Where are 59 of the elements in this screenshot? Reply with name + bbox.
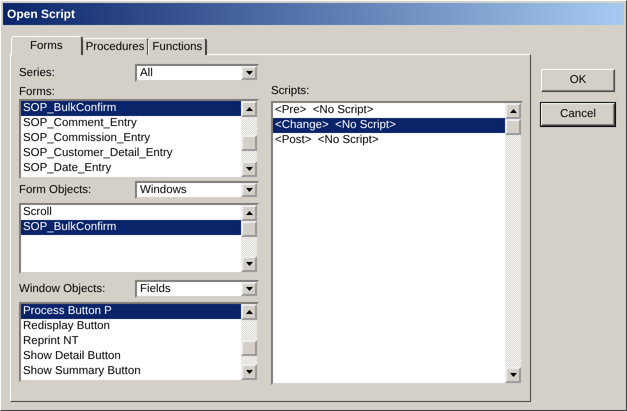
- list-item[interactable]: <Change> <No Script>: [273, 118, 505, 133]
- scrollbar[interactable]: [241, 304, 257, 380]
- scroll-down-button[interactable]: [241, 256, 257, 272]
- list-item[interactable]: <Pre> <No Script>: [273, 103, 505, 118]
- list-item[interactable]: Redisplay Button: [21, 319, 241, 334]
- field-label: Scripts:: [271, 84, 310, 98]
- caret-icon: [246, 188, 252, 192]
- scroll-up-button[interactable]: [505, 103, 521, 119]
- scroll-down-button[interactable]: [241, 161, 257, 177]
- dropdown[interactable]: Windows: [135, 181, 259, 199]
- list-item[interactable]: SOP_BulkConfirm: [21, 220, 241, 235]
- up-arrow-icon: [246, 211, 252, 215]
- dropdown-button[interactable]: [241, 183, 257, 197]
- down-arrow-icon: [510, 373, 516, 377]
- list-item[interactable]: Reprint NT: [21, 334, 241, 349]
- scrollbar[interactable]: [241, 101, 257, 177]
- tab[interactable]: Functions: [148, 38, 208, 55]
- scroll-down-button[interactable]: [505, 367, 521, 383]
- list-item[interactable]: Process Button P: [21, 304, 241, 319]
- list-item[interactable]: <Post> <No Script>: [273, 133, 505, 148]
- down-arrow-icon: [246, 167, 252, 171]
- caret-icon: [246, 287, 252, 291]
- scroll-down-button[interactable]: [241, 364, 257, 380]
- list-item[interactable]: Show Summary Button: [21, 364, 241, 379]
- list-item[interactable]: SOP_Comment_Entry: [21, 116, 241, 131]
- dropdown[interactable]: All: [135, 64, 259, 82]
- dropdown-button[interactable]: [241, 66, 257, 80]
- window-title: Open Script: [3, 3, 624, 25]
- list-item[interactable]: SOP_Date_Entry: [21, 161, 241, 176]
- up-arrow-icon: [246, 107, 252, 111]
- dialog-button[interactable]: Cancel: [541, 103, 615, 126]
- list-item[interactable]: SOP_Commission_Entry: [21, 131, 241, 146]
- scroll-thumb[interactable]: [241, 135, 257, 151]
- caret-icon: [246, 71, 252, 75]
- scroll-thumb[interactable]: [505, 119, 521, 135]
- list-item[interactable]: SOP_Customer_Detail_Entry: [21, 146, 241, 161]
- up-arrow-icon: [510, 109, 516, 113]
- tab[interactable]: Procedures: [82, 38, 150, 55]
- scroll-up-button[interactable]: [241, 101, 257, 117]
- down-arrow-icon: [246, 370, 252, 374]
- scroll-up-button[interactable]: [241, 304, 257, 320]
- dropdown[interactable]: Fields: [135, 280, 259, 298]
- dialog-button[interactable]: OK: [541, 69, 615, 92]
- list-item[interactable]: SOP_BulkConfirm: [21, 101, 241, 116]
- up-arrow-icon: [246, 310, 252, 314]
- field-label: Window Objects:: [19, 282, 106, 296]
- scroll-thumb[interactable]: [241, 221, 257, 237]
- scroll-up-button[interactable]: [241, 205, 257, 221]
- field-label: Form Objects:: [19, 183, 92, 197]
- tab[interactable]: Forms: [11, 36, 83, 55]
- field-label: Forms:: [19, 85, 56, 99]
- scroll-thumb[interactable]: [241, 340, 257, 356]
- list-item[interactable]: Show Detail Button: [21, 349, 241, 364]
- scrollbar[interactable]: [241, 205, 257, 272]
- dropdown-button[interactable]: [241, 282, 257, 296]
- scrollbar[interactable]: [505, 103, 521, 383]
- list-item[interactable]: Scroll: [21, 205, 241, 220]
- field-label: Series:: [19, 66, 55, 80]
- down-arrow-icon: [246, 262, 252, 266]
